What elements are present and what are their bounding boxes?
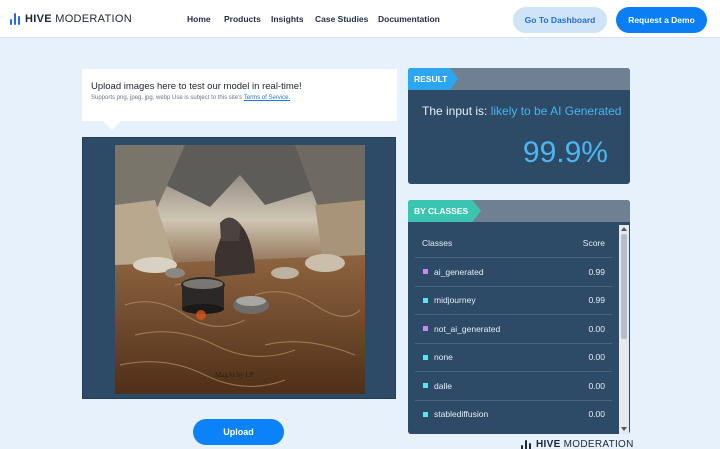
- class-color-swatch: [423, 326, 428, 332]
- upload-info-box: Upload images here to test our model in …: [82, 69, 397, 121]
- class-color-swatch: [423, 269, 428, 275]
- request-demo-button[interactable]: Request a Demo: [616, 7, 707, 33]
- classes-table-header: Classes Score: [422, 238, 605, 248]
- classes-tag: BY CLASSES: [408, 200, 481, 222]
- column-score: Score: [582, 238, 605, 248]
- scroll-down-arrow-icon[interactable]: [621, 427, 627, 431]
- class-row: none 0.00: [415, 342, 612, 372]
- class-score: 0.00: [588, 352, 605, 363]
- upload-title: Upload images here to test our model in …: [91, 81, 302, 92]
- result-tag: RESULT: [408, 68, 458, 90]
- uploaded-image-illustration: [115, 145, 365, 394]
- class-row: ai_generated 0.99: [415, 257, 612, 286]
- class-row: dalle 0.00: [415, 371, 612, 400]
- classes-list: ai_generated 0.99 midjourney 0.99 not_ai_g…: [415, 257, 612, 428]
- class-color-swatch: [423, 383, 428, 389]
- class-name: stablediffusion: [434, 409, 489, 420]
- result-verdict: likely to be AI Generated: [490, 104, 622, 118]
- class-color-swatch: [423, 354, 428, 360]
- column-classes: Classes: [422, 238, 453, 248]
- class-name: not_ai_generated: [434, 323, 501, 334]
- class-score: 0.00: [588, 380, 605, 391]
- image-watermark: MagAi by LP: [215, 371, 254, 379]
- class-score: 0.00: [588, 409, 605, 420]
- hive-logo-icon: [521, 438, 531, 449]
- footer-hive-logo: HIVE MODERATION: [521, 438, 634, 449]
- nav-documentation[interactable]: Documentation: [378, 14, 440, 24]
- result-header: RESULT: [408, 68, 630, 90]
- hive-logo[interactable]: HIVE MODERATION: [10, 12, 132, 26]
- class-score: 0.99: [588, 295, 605, 306]
- image-preview-panel[interactable]: MagAi by LP: [82, 137, 396, 399]
- class-row: not_ai_generated 0.00: [415, 314, 612, 343]
- terms-of-service-link[interactable]: Terms of Service.: [244, 95, 290, 101]
- nav-home[interactable]: Home: [187, 14, 211, 24]
- classes-panel: BY CLASSES Classes Score ai_generated 0.9…: [408, 200, 630, 434]
- result-confidence: 99.9%: [522, 136, 608, 169]
- nav-case-studies[interactable]: Case Studies: [315, 14, 368, 24]
- logo-text: HIVE MODERATION: [25, 13, 132, 25]
- nav-insights[interactable]: Insights: [271, 14, 304, 24]
- class-score: 0.99: [588, 266, 605, 277]
- top-nav-bar: HIVE MODERATION Home Products Insights C…: [0, 0, 720, 38]
- hive-logo-icon: [10, 13, 20, 25]
- scrollbar-thumb[interactable]: [621, 234, 627, 339]
- class-color-swatch: [423, 297, 428, 303]
- class-name: dalle: [434, 380, 452, 391]
- class-name: midjourney: [434, 295, 476, 306]
- info-box-pointer: [103, 121, 121, 130]
- class-name: none: [434, 352, 453, 363]
- result-panel: RESULT The input is: likely to be AI Gen…: [408, 68, 630, 184]
- upload-subtitle: Supports png, jpeg, jpg, webp Use is sub…: [91, 95, 291, 101]
- go-to-dashboard-button[interactable]: Go To Dashboard: [513, 7, 607, 33]
- footer-logo-text: HIVE MODERATION: [536, 438, 634, 449]
- class-score: 0.00: [588, 323, 605, 334]
- class-color-swatch: [423, 411, 428, 417]
- result-verdict-line: The input is: likely to be AI Generated: [422, 104, 622, 118]
- classes-header: BY CLASSES: [408, 200, 630, 222]
- upload-button[interactable]: Upload: [193, 419, 284, 445]
- class-row: midjourney 0.99: [415, 285, 612, 315]
- nav-products[interactable]: Products: [224, 14, 261, 24]
- class-row: stablediffusion 0.00: [415, 399, 612, 429]
- uploaded-image: MagAi by LP: [115, 145, 365, 394]
- classes-scrollbar[interactable]: [619, 225, 629, 434]
- class-name: ai_generated: [434, 266, 484, 277]
- scroll-up-arrow-icon[interactable]: [621, 227, 627, 231]
